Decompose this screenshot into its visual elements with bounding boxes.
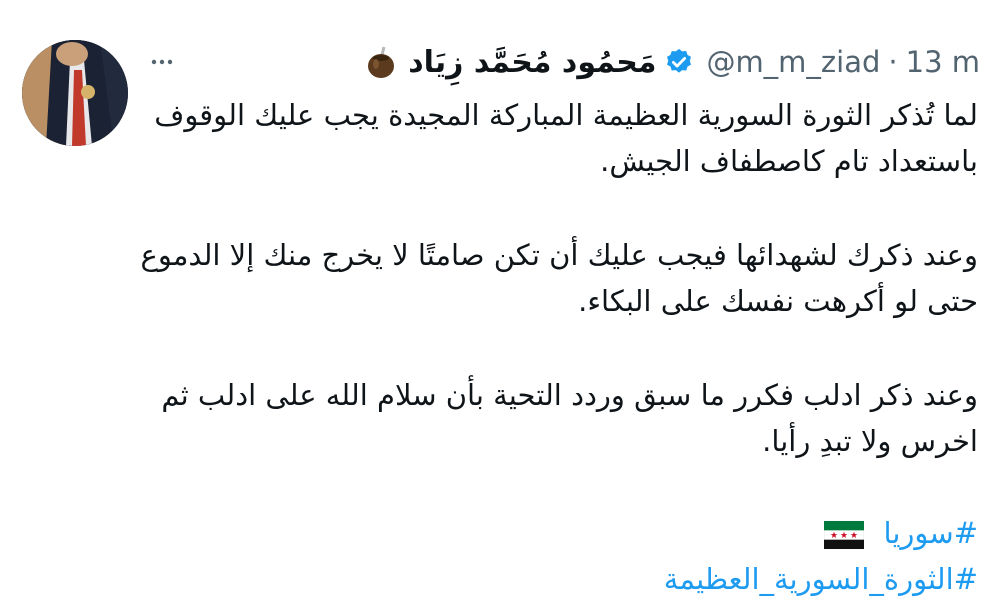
mate-gourd-icon <box>368 46 395 78</box>
author-display-name[interactable]: مَحمُود مُحَمَّد زِيَاد <box>408 45 656 80</box>
hashtag-list: #سوريا #الثورة_السورية_العظيمة <box>138 510 978 602</box>
hashtag-row: #سوريا <box>138 510 978 556</box>
tweet-paragraph: وعند ذكرك لشهدائها فيجب عليك أن تكن صامت… <box>140 238 978 318</box>
tweet-text: لما تُذكر الثورة السورية العظيمة المبارك… <box>138 92 978 602</box>
author-info[interactable]: مَحمُود مُحَمَّد زِيَاد @m_m_ziad · 13 m <box>364 36 980 88</box>
author-handle[interactable]: @m_m_ziad <box>706 45 880 79</box>
more-options-icon[interactable] <box>150 50 174 74</box>
tweet-paragraph: وعند ذكر ادلب فكرر ما سبق وردد التحية بأ… <box>161 378 978 458</box>
tweet-header: مَحمُود مُحَمَّد زِيَاد @m_m_ziad · 13 m <box>150 36 980 88</box>
tweet-paragraph: لما تُذكر الثورة السورية العظيمة المبارك… <box>154 98 978 178</box>
hashtag-link[interactable]: #سوريا <box>884 516 979 550</box>
verified-badge-icon <box>667 48 692 73</box>
separator-dot: · <box>888 45 898 79</box>
hashtag-link[interactable]: #الثورة_السورية_العظيمة <box>138 556 978 602</box>
tweet: مَحمُود مُحَمَّد زِيَاد @m_m_ziad · 13 m… <box>0 0 1000 609</box>
tweet-timestamp[interactable]: 13 m <box>906 45 980 79</box>
syrian-revolution-flag-icon <box>824 521 865 549</box>
avatar[interactable] <box>22 40 128 146</box>
